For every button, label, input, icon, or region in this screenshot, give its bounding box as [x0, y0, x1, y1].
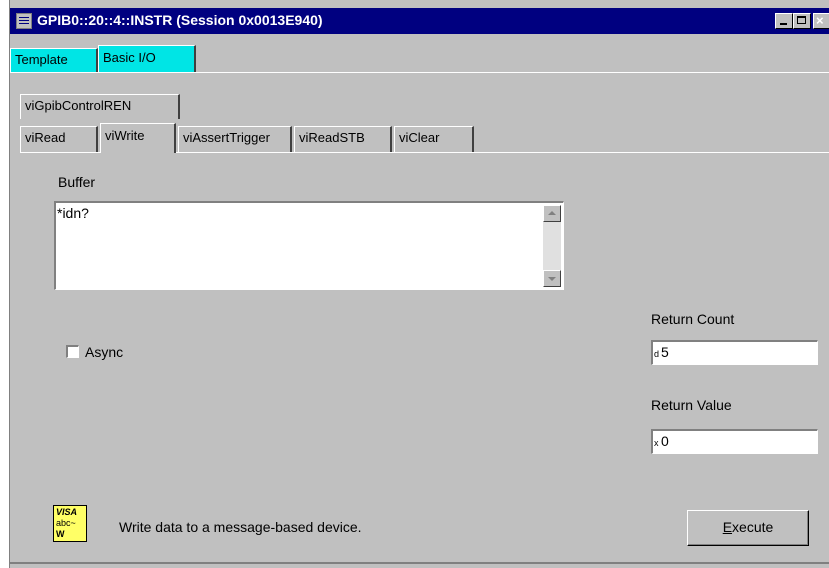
operation-description: Write data to a message-based device.	[119, 519, 362, 535]
tab-vireadstb-label: viReadSTB	[299, 130, 365, 145]
dialog-window: GPIB0::20::4::INSTR (Session 0x0013E940)…	[10, 0, 829, 568]
tab-viwrite[interactable]: viWrite	[100, 123, 176, 153]
scroll-down-button[interactable]	[543, 270, 561, 287]
tab-viclear-label: viClear	[399, 130, 440, 145]
minimize-button[interactable]	[775, 13, 793, 29]
tab-viread-label: viRead	[25, 130, 66, 145]
window-title: GPIB0::20::4::INSTR (Session 0x0013E940)	[37, 12, 323, 28]
tab-viasserttrigger[interactable]: viAssertTrigger	[178, 126, 292, 152]
maximize-button[interactable]	[793, 13, 811, 29]
return-count-value: 5	[661, 344, 669, 360]
radix-hex-indicator: x	[654, 438, 659, 448]
buffer-text: *idn?	[57, 205, 89, 221]
return-count-field[interactable]: d 5	[651, 340, 818, 365]
scroll-up-button[interactable]	[543, 205, 561, 222]
window-bottom-edge	[10, 562, 829, 564]
tab-vigpibcontrolren-label: viGpibControlREN	[25, 98, 132, 113]
async-label: Async	[85, 344, 124, 360]
buffer-label: Buffer	[58, 174, 96, 190]
return-value-value: 0	[661, 433, 669, 449]
execute-button[interactable]: Execute	[687, 510, 809, 546]
tab-vigpibcontrolren[interactable]: viGpibControlREN	[20, 94, 180, 119]
buffer-scrollbar[interactable]	[543, 205, 561, 287]
return-value-field[interactable]: x 0	[651, 429, 818, 454]
tab-viclear[interactable]: viClear	[394, 126, 474, 152]
async-checkbox[interactable]	[66, 345, 79, 358]
left-background	[0, 0, 10, 568]
radix-decimal-indicator: d	[654, 349, 660, 359]
arrow-up-icon	[548, 211, 556, 215]
tab-template-label: Template	[15, 52, 68, 67]
minimize-icon	[780, 23, 787, 25]
close-button[interactable]: ×	[813, 13, 829, 29]
tab-viasserttrigger-label: viAssertTrigger	[183, 130, 270, 145]
arrow-down-icon	[548, 277, 556, 281]
tab-viread[interactable]: viRead	[20, 126, 98, 152]
return-value-label: Return Value	[651, 397, 732, 413]
visa-icon: VISA abc~ W	[53, 505, 87, 542]
maximize-icon	[797, 16, 806, 24]
tab-viwrite-label: viWrite	[105, 128, 145, 143]
buffer-textarea[interactable]: *idn?	[54, 201, 564, 290]
title-bar[interactable]: GPIB0::20::4::INSTR (Session 0x0013E940)…	[10, 8, 829, 34]
tab-divider	[10, 72, 829, 73]
close-icon: ×	[816, 13, 824, 28]
tab-template[interactable]: Template	[10, 48, 98, 73]
top-tab-strip: Template Basic I/O	[10, 37, 829, 73]
tab-basic-io-label: Basic I/O	[103, 50, 156, 65]
app-icon	[16, 13, 32, 29]
tab-vireadstb[interactable]: viReadSTB	[294, 126, 392, 152]
return-count-label: Return Count	[651, 311, 735, 327]
tab-basic-io[interactable]: Basic I/O	[98, 45, 196, 73]
